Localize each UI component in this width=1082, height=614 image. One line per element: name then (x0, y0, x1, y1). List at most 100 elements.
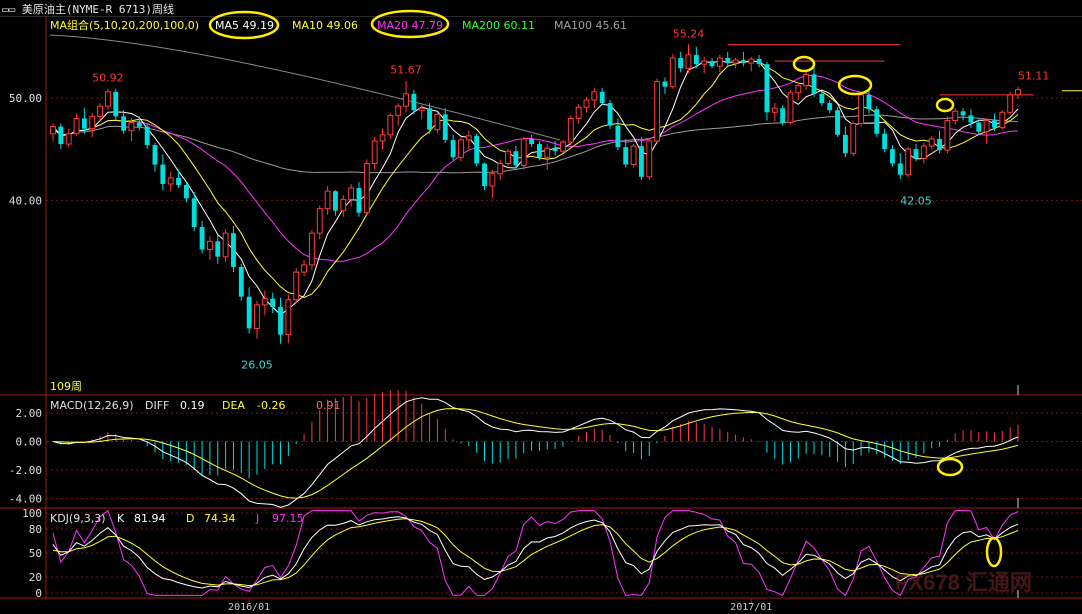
highlight-circle (985, 536, 1003, 568)
candle-body-down (113, 91, 119, 117)
candle-body-up (308, 232, 315, 266)
legend-ma100: MA100 45.61 (554, 19, 627, 32)
x-tick-label: 2016/01 (228, 602, 270, 613)
kdj-d-label: D (186, 512, 194, 525)
candle-body-down (693, 54, 699, 65)
candle-body-down (136, 122, 142, 127)
highlight-circle (792, 55, 816, 73)
candle-body-down (474, 135, 480, 164)
candle-body-down (176, 177, 181, 186)
kdj-k-label: K (117, 512, 125, 525)
kdj-j-label: J (255, 512, 259, 525)
candle-body-up (104, 91, 111, 107)
candle-body-down (662, 81, 668, 87)
candle-body-up (544, 147, 551, 158)
candle-body-down (411, 93, 417, 111)
candle-body-up (771, 107, 778, 113)
candle-body-down (144, 126, 150, 146)
candle-body-down (678, 57, 684, 69)
kdj-j-value: 97.15 (272, 512, 304, 525)
candle-body-up (575, 106, 582, 119)
price-chart[interactable]: 50.00 40.00 2.00 0.00 -2.00 -4.00 100 80 50 20 0 5… (0, 0, 1082, 614)
kdj-k-value: 81.94 (134, 512, 166, 525)
candle-body-down (160, 164, 166, 184)
candle-body-up (646, 140, 653, 178)
legend: MA组合(5,10,20,200,100,0) MA5 49.19 MA10 4… (50, 18, 627, 32)
candle-body-down (552, 148, 558, 152)
candle-body-down (740, 60, 746, 64)
y-axis-ticks: 50.00 40.00 2.00 0.00 -2.00 -4.00 100 80 50 20 0 (9, 92, 42, 600)
candle-body-down (442, 114, 448, 140)
candle-body-down (827, 103, 833, 111)
candle-body-down (536, 144, 542, 158)
candle-body-up (395, 105, 402, 116)
candle-body-down (709, 61, 715, 67)
candle-body-down (874, 109, 880, 134)
candle-body-down (81, 118, 87, 129)
macd-tick-label: 0.00 (16, 436, 43, 449)
candle-body-down (842, 134, 848, 154)
candle-body-up (505, 150, 511, 165)
candle-body-down (270, 298, 276, 307)
price-tick-label: 40.00 (9, 194, 42, 207)
candle-body-up (803, 73, 810, 87)
macd-value: 0.91 (316, 399, 341, 412)
candle-body-up (520, 138, 527, 167)
price-annotations: 50.92 51.67 55.24 51.11 26.05 42.05 (92, 28, 1049, 372)
candle-body-down (191, 198, 197, 228)
candle-body-up (669, 57, 676, 88)
candle-body-up (560, 141, 566, 152)
kdj-title: KDJ(9,3,3) (50, 512, 106, 525)
candle-body-up (324, 190, 331, 210)
candle-body-up (418, 107, 425, 111)
candle-body-up (89, 115, 96, 130)
watermark: FX678 汇通网 (895, 570, 1032, 595)
kdj-header: KDJ(9,3,3) K 81.94 D 74.34 J 97.15 (50, 512, 304, 525)
macd-dea-line (52, 408, 1019, 499)
candle-body-down (333, 191, 338, 211)
candle-body-up (458, 139, 464, 158)
candle-body-down (615, 125, 621, 148)
legend-prefix: MA组合(5,10,20,200,100,0) (50, 18, 199, 32)
legend-ma5: MA5 49.19 (215, 19, 274, 32)
ma5-line (52, 60, 1019, 316)
candle-body-down (835, 110, 840, 135)
candle-body-up (850, 123, 857, 154)
macd-dea-label: DEA (222, 399, 245, 412)
candle-body-up (928, 138, 935, 147)
candle-body-up (379, 134, 386, 142)
ma20-line (52, 74, 1019, 262)
candles (50, 44, 1021, 344)
price-annotation: 51.11 (1018, 70, 1050, 83)
candle-body-up (983, 119, 990, 133)
x-tick-label: 2017/01 (730, 602, 772, 613)
candle-body-up (371, 140, 378, 165)
kdj-d-value: 74.34 (204, 512, 236, 525)
candle-body-up (732, 59, 739, 64)
candle-body-down (937, 138, 942, 151)
legend-ma20: MA20 47.79 (377, 19, 443, 32)
candle-body-down (58, 126, 64, 145)
macd-title: MACD(12,26,9) (50, 399, 134, 412)
candle-body-up (206, 240, 213, 251)
moving-average-lines (49, 34, 1019, 316)
ma200-line (49, 34, 561, 141)
candle-body-down (599, 91, 605, 104)
macd-tick-label: -4.00 (9, 492, 42, 505)
candle-body-up (285, 299, 292, 336)
candle-body-down (780, 108, 786, 123)
candle-body-up (630, 145, 637, 166)
candle-body-up (748, 58, 755, 64)
kdj-tick-label: 100 (22, 507, 42, 520)
kdj-tick-label: 0 (35, 587, 42, 600)
macd-diff-label: DIFF (145, 399, 169, 412)
candle-body-down (725, 57, 731, 64)
candle-body-down (638, 146, 644, 177)
candle-body-up (363, 163, 370, 214)
candle-body-down (482, 163, 487, 187)
candle-body-up (65, 133, 72, 145)
macd-tick-label: 2.00 (16, 407, 43, 420)
candle-body-up (301, 264, 307, 273)
candle-body-up (583, 99, 590, 108)
candle-body-up (434, 113, 441, 131)
